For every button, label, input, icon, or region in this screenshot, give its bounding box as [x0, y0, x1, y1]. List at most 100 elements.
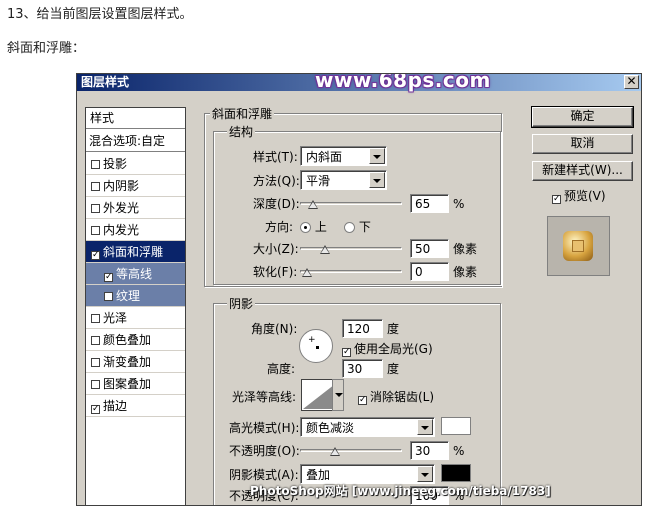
chevron-down-icon[interactable] [369, 148, 385, 164]
highlight-opacity-slider[interactable] [300, 449, 402, 452]
altitude-field[interactable]: 30 [342, 359, 383, 378]
anti-aliased-label: 消除锯齿(L) [370, 390, 435, 404]
preview-inner-square [572, 240, 584, 252]
radio-selected-icon[interactable] [300, 222, 311, 233]
depth-label: 深度(D): [253, 197, 300, 211]
angle-unit: 度 [387, 322, 400, 336]
checkbox-icon[interactable] [104, 292, 113, 301]
dialog-title: 图层样式 [81, 75, 130, 89]
styles-list: 样式 混合选项:自定 投影 内阴影 外发光 内发光 ✓ 斜面和浮雕 ✓ 等高线 纹理… [85, 107, 186, 505]
highlight-color-swatch[interactable] [441, 417, 471, 435]
anti-aliased-option[interactable]: ✓ 消除锯齿(L) [358, 390, 434, 405]
style-item-inner-glow[interactable]: 内发光 [86, 219, 185, 241]
style-item-label: 等高线 [116, 267, 153, 281]
style-item-texture[interactable]: 纹理 [86, 285, 185, 307]
direction-down-label: 下 [358, 220, 371, 234]
method-select[interactable]: 平滑 [300, 170, 387, 190]
soften-slider-thumb[interactable] [302, 268, 312, 277]
angle-dial[interactable]: + [299, 329, 333, 363]
shadow-color-swatch[interactable] [441, 464, 471, 482]
global-light-option[interactable]: ✓ 使用全局光(G) [342, 342, 433, 357]
checkbox-icon[interactable] [91, 204, 100, 213]
shadow-mode-select[interactable]: 叠加 [300, 464, 435, 484]
highlight-mode-label: 高光模式(H): [229, 421, 300, 435]
article-step-text: 13、给当前图层设置图层样式。 [7, 7, 193, 22]
close-button[interactable]: ✕ [624, 75, 639, 89]
soften-field[interactable]: 0 [410, 262, 449, 281]
method-select-value: 平滑 [306, 174, 331, 188]
style-item-bevel-emboss[interactable]: ✓ 斜面和浮雕 [86, 241, 185, 263]
size-slider-thumb[interactable] [320, 245, 331, 254]
style-item-label: 图案叠加 [103, 377, 152, 391]
highlight-opacity-thumb[interactable] [329, 447, 340, 456]
highlight-opacity-unit: % [453, 444, 465, 458]
style-item-color-overlay[interactable]: 颜色叠加 [86, 329, 185, 351]
size-label: 大小(Z): [253, 242, 299, 256]
style-item-label: 描边 [103, 399, 128, 413]
style-select[interactable]: 内斜面 [300, 146, 387, 166]
checkbox-icon[interactable] [91, 358, 100, 367]
checkbox-icon[interactable] [91, 336, 100, 345]
soften-slider[interactable] [300, 270, 402, 273]
direction-label: 方向: [265, 220, 294, 234]
radio-icon[interactable] [344, 222, 355, 233]
highlight-mode-select[interactable]: 颜色减淡 [300, 417, 435, 437]
style-item-pattern-overlay[interactable]: 图案叠加 [86, 373, 185, 395]
checked-checkbox-icon[interactable]: ✓ [358, 396, 367, 405]
checked-checkbox-icon[interactable]: ✓ [91, 251, 100, 260]
style-item-contour[interactable]: ✓ 等高线 [86, 263, 185, 285]
method-label: 方法(Q): [253, 174, 300, 188]
checkbox-icon[interactable] [91, 380, 100, 389]
preview-option[interactable]: ✓ 预览(V) [552, 189, 606, 204]
checked-checkbox-icon[interactable]: ✓ [104, 273, 113, 282]
style-item-label: 外发光 [103, 201, 140, 215]
checkbox-icon[interactable] [91, 160, 100, 169]
depth-slider-thumb[interactable] [307, 200, 318, 209]
depth-field[interactable]: 65 [410, 194, 449, 213]
angle-label: 角度(N): [251, 322, 298, 336]
dial-center-icon [316, 346, 319, 349]
shadow-mode-label: 阴影模式(A): [229, 468, 299, 482]
checked-checkbox-icon[interactable]: ✓ [342, 348, 351, 357]
altitude-unit: 度 [387, 362, 400, 376]
size-unit: 像素 [453, 242, 478, 256]
gloss-contour-label: 光泽等高线: [232, 390, 297, 404]
style-item-outer-glow[interactable]: 外发光 [86, 197, 185, 219]
angle-field[interactable]: 120 [342, 319, 383, 338]
direction-down-option[interactable]: 下 [344, 220, 371, 234]
gloss-contour-dropdown[interactable] [332, 379, 344, 411]
style-item-label: 光泽 [103, 311, 128, 325]
style-item-label: 颜色叠加 [103, 333, 152, 347]
style-item-gradient-overlay[interactable]: 渐变叠加 [86, 351, 185, 373]
ok-button[interactable]: 确定 [531, 106, 634, 128]
gold-bevel-preview-icon [563, 231, 593, 261]
title-bar[interactable]: 图层样式 www.68ps.com ✕ [77, 74, 641, 91]
chevron-down-icon [335, 393, 343, 397]
shading-title: 阴影 [227, 297, 256, 311]
direction-up-option[interactable]: 上 [300, 220, 327, 234]
size-slider[interactable] [300, 247, 402, 250]
style-item-label: 投影 [103, 157, 128, 171]
new-style-button[interactable]: 新建样式(W)... [532, 161, 633, 181]
chevron-down-icon[interactable] [417, 419, 433, 435]
chevron-down-icon[interactable] [417, 466, 433, 482]
checkbox-icon[interactable] [91, 182, 100, 191]
soften-unit: 像素 [453, 265, 478, 279]
cancel-button[interactable]: 取消 [532, 134, 633, 154]
highlight-opacity-field[interactable]: 30 [410, 441, 449, 460]
style-item-inner-shadow[interactable]: 内阴影 [86, 175, 185, 197]
size-field[interactable]: 50 [410, 239, 449, 258]
style-item-label: 内发光 [103, 223, 140, 237]
checked-checkbox-icon[interactable]: ✓ [91, 405, 100, 414]
style-item-satin[interactable]: 光泽 [86, 307, 185, 329]
checked-checkbox-icon[interactable]: ✓ [552, 195, 561, 204]
checkbox-icon[interactable] [91, 226, 100, 235]
styles-header[interactable]: 样式 [86, 108, 185, 129]
blending-options-item[interactable]: 混合选项:自定 [86, 130, 185, 152]
style-item-stroke[interactable]: ✓ 描边 [86, 395, 185, 417]
article-subhead: 斜面和浮雕： [7, 41, 86, 56]
chevron-down-icon[interactable] [369, 172, 385, 188]
light-source-icon: + [308, 335, 316, 345]
style-item-drop-shadow[interactable]: 投影 [86, 153, 185, 175]
checkbox-icon[interactable] [91, 314, 100, 323]
